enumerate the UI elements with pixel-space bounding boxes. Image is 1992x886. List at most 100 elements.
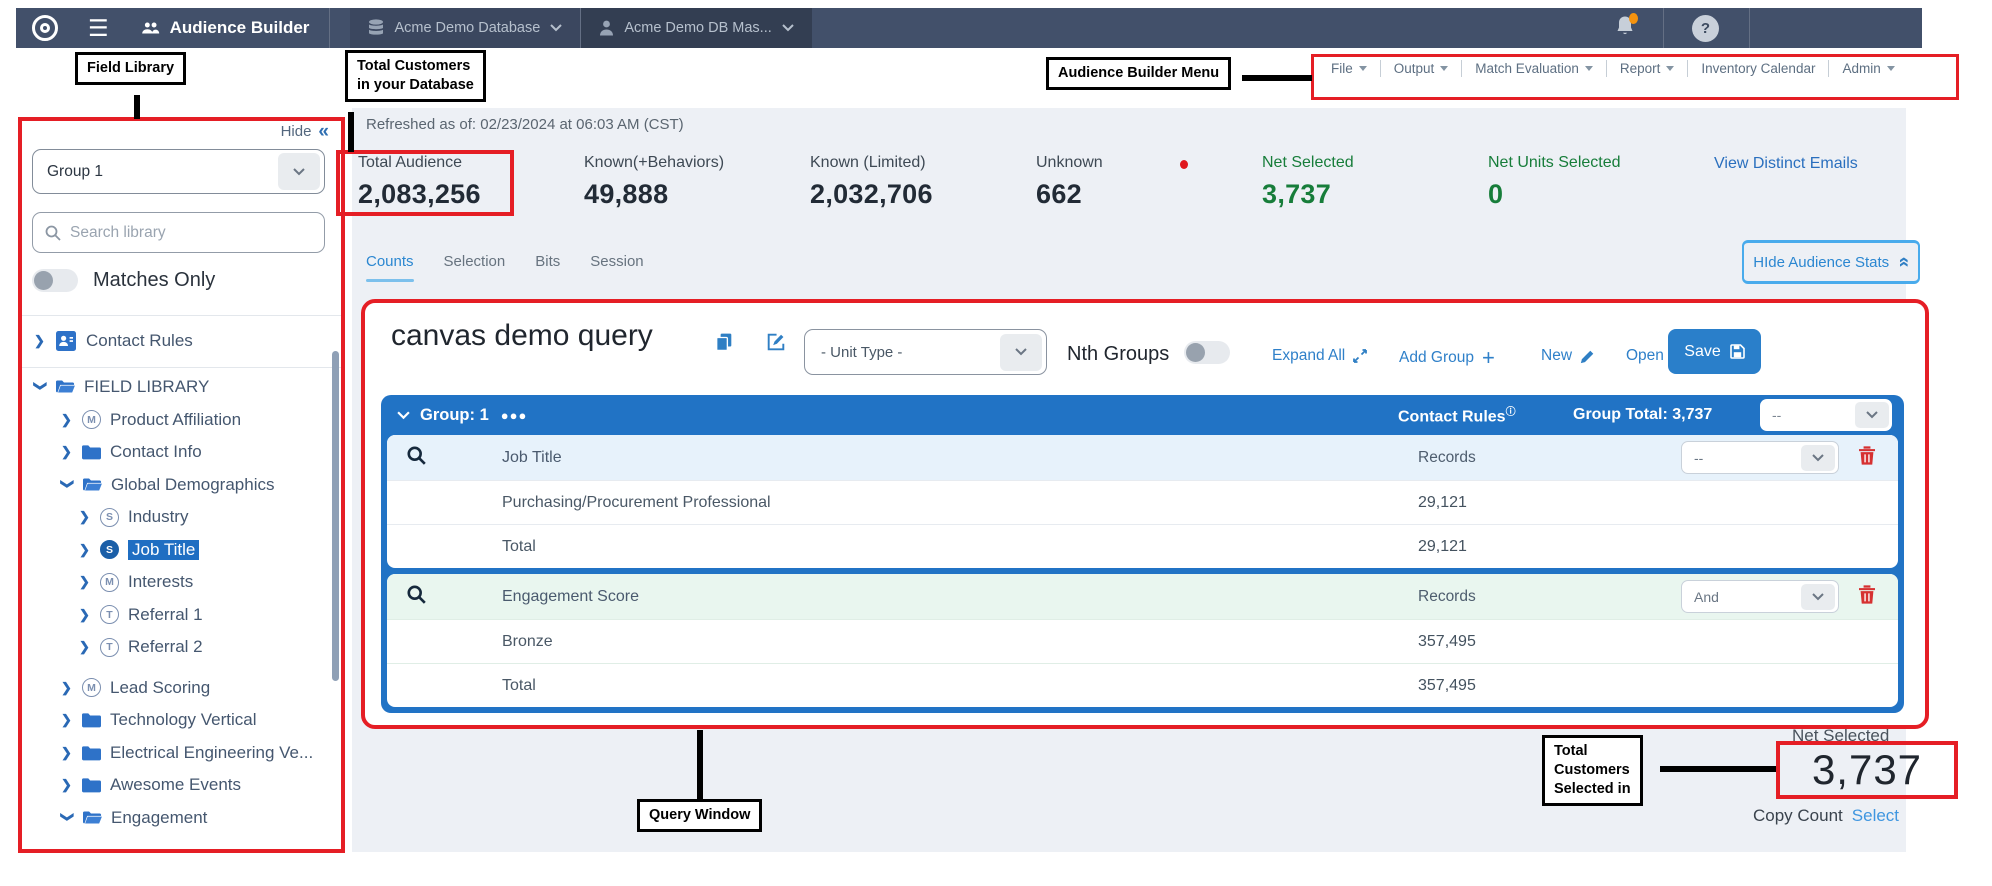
tree-item-lead-scoring[interactable]: ❯ M Lead Scoring bbox=[22, 672, 341, 705]
records-label: Records bbox=[1418, 588, 1476, 606]
tree-item-referral-2[interactable]: ❯ T Referral 2 bbox=[22, 631, 341, 664]
type-m-icon: M bbox=[82, 410, 101, 429]
menu-admin[interactable]: Admin bbox=[1829, 61, 1907, 76]
group-more-icon[interactable]: ●●● bbox=[501, 408, 528, 423]
tree-item-contact-rules[interactable]: ❯ Contact Rules bbox=[22, 321, 341, 361]
tree-item-global-demographics[interactable]: ❯ Global Demographics bbox=[22, 469, 341, 502]
search-icon[interactable] bbox=[407, 446, 426, 465]
view-distinct-emails-link[interactable]: View Distinct Emails bbox=[1714, 154, 1858, 210]
delete-set-button[interactable] bbox=[1859, 585, 1875, 609]
tree-item-interests[interactable]: ❯ M Interests bbox=[22, 566, 341, 599]
chevron-down-icon[interactable] bbox=[397, 411, 410, 420]
counts-tabs: Counts Selection Bits Session bbox=[366, 253, 644, 282]
group-contact-rules-link[interactable]: Contact Rulesⓘ bbox=[1398, 403, 1516, 426]
criteria-row[interactable]: Purchasing/Procurement Professional 29,1… bbox=[387, 480, 1898, 524]
tree-item-field-library[interactable]: ❯ FIELD LIBRARY bbox=[22, 371, 341, 404]
group-select[interactable]: Group 1 bbox=[32, 149, 325, 194]
expand-all-button[interactable]: Expand All bbox=[1272, 347, 1367, 365]
tree-item-electrical-engineering[interactable]: ❯ Electrical Engineering Ve... bbox=[22, 737, 341, 770]
menu-report[interactable]: Report bbox=[1607, 61, 1688, 76]
annotation-total-customers-db: Total Customers in your Database bbox=[345, 50, 486, 102]
criteria-set-header: Job Title Records -- bbox=[387, 435, 1898, 480]
stat-value: 49,888 bbox=[584, 179, 810, 210]
set-operator-select[interactable]: -- bbox=[1681, 441, 1839, 474]
menu-file[interactable]: File bbox=[1318, 61, 1380, 76]
top-navbar: ☰ Audience Builder Acme Demo Database Ac… bbox=[16, 8, 1922, 48]
stat-value: 2,083,256 bbox=[358, 179, 584, 210]
help-icon[interactable]: ? bbox=[1692, 15, 1719, 42]
matches-only-label: Matches Only bbox=[93, 269, 215, 292]
database-icon bbox=[368, 19, 384, 37]
stat-total-audience: Total Audience 2,083,256 bbox=[358, 154, 584, 210]
nth-groups-toggle[interactable] bbox=[1184, 341, 1230, 364]
tree-item-label: Industry bbox=[128, 507, 188, 527]
save-button[interactable]: Save bbox=[1668, 329, 1761, 374]
stat-net-selected: Net Selected 3,737 bbox=[1262, 154, 1488, 210]
group-operator-select[interactable]: -- bbox=[1760, 399, 1892, 431]
menu-match-evaluation[interactable]: Match Evaluation bbox=[1462, 61, 1606, 76]
menu-inventory-calendar[interactable]: Inventory Calendar bbox=[1688, 61, 1828, 76]
tab-bits[interactable]: Bits bbox=[535, 253, 560, 282]
tree-item-referral-1[interactable]: ❯ T Referral 1 bbox=[22, 599, 341, 632]
chevron-right-icon: ❯ bbox=[79, 542, 91, 558]
tree-item-technology-vertical[interactable]: ❯ Technology Vertical bbox=[22, 704, 341, 737]
type-s-icon: S bbox=[100, 540, 119, 559]
copy-count-row: Copy Count Select bbox=[1753, 806, 1899, 826]
chevron-right-icon: ❯ bbox=[61, 412, 73, 428]
sidebar-scrollbar[interactable] bbox=[332, 351, 339, 681]
sidebar-hide-label: Hide bbox=[281, 123, 312, 140]
sidebar-hide-button[interactable]: Hide« bbox=[281, 122, 329, 141]
tree-item-industry[interactable]: ❯ S Industry bbox=[22, 501, 341, 534]
tree-item-awesome-events[interactable]: ❯ Awesome Events bbox=[22, 769, 341, 802]
set-operator-value: -- bbox=[1694, 450, 1703, 466]
tree-item-product-affiliation[interactable]: ❯ M Product Affiliation bbox=[22, 404, 341, 437]
annotation-line bbox=[697, 730, 703, 800]
group-select-value: Group 1 bbox=[47, 163, 103, 181]
add-group-button[interactable]: Add Group + bbox=[1399, 347, 1495, 369]
tab-counts[interactable]: Counts bbox=[366, 253, 414, 282]
tab-session[interactable]: Session bbox=[590, 253, 643, 282]
chevron-down-icon bbox=[1855, 402, 1889, 428]
delete-set-button[interactable] bbox=[1859, 446, 1875, 470]
pencil-icon bbox=[1580, 349, 1595, 364]
stat-unknown: Unknown 662 bbox=[1036, 154, 1262, 210]
group-operator-value: -- bbox=[1772, 407, 1781, 423]
annotation-text: in your Database bbox=[357, 76, 474, 95]
set-operator-select[interactable]: And bbox=[1681, 580, 1839, 613]
page: ☰ Audience Builder Acme Demo Database Ac… bbox=[0, 0, 1992, 886]
matches-only-toggle[interactable] bbox=[32, 269, 78, 292]
group-body: Job Title Records -- Purchasing/Procurem… bbox=[387, 435, 1898, 707]
info-icon: ⓘ bbox=[1506, 407, 1516, 418]
audience-stats-row: Total Audience 2,083,256 Known(+Behavior… bbox=[358, 154, 1858, 210]
app-logo-icon[interactable] bbox=[32, 15, 58, 41]
menu-output[interactable]: Output bbox=[1381, 61, 1462, 76]
database-selector[interactable]: Acme Demo Database bbox=[350, 8, 580, 48]
criteria-row[interactable]: Bronze 357,495 bbox=[387, 619, 1898, 663]
tab-selection[interactable]: Selection bbox=[444, 253, 506, 282]
chevron-right-icon: ❯ bbox=[79, 639, 91, 655]
copy-icon[interactable] bbox=[715, 333, 733, 356]
tree-item-label: Engagement bbox=[111, 808, 207, 828]
hide-audience-stats-button[interactable]: HIde Audience Stats « bbox=[1742, 240, 1920, 284]
tree-item-contact-info[interactable]: ❯ Contact Info bbox=[22, 436, 341, 469]
chevron-down-icon bbox=[1801, 584, 1835, 610]
hamburger-menu-icon[interactable]: ☰ bbox=[88, 17, 109, 40]
stat-label: Net Selected bbox=[1262, 154, 1488, 172]
user-db-selector[interactable]: Acme Demo DB Mas... bbox=[581, 8, 811, 48]
plus-icon: + bbox=[1482, 347, 1495, 369]
tree-item-label: Global Demographics bbox=[111, 475, 274, 495]
edit-icon[interactable] bbox=[767, 333, 785, 356]
tree-item-job-title[interactable]: ❯ S Job Title bbox=[22, 534, 341, 567]
new-query-button[interactable]: New bbox=[1541, 347, 1595, 365]
folder-open-icon bbox=[83, 810, 102, 826]
select-link[interactable]: Select bbox=[1852, 806, 1899, 826]
double-chevron-up-icon: « bbox=[1892, 257, 1914, 268]
tree-item-engagement[interactable]: ❯ Engagement bbox=[22, 802, 341, 835]
notifications-bell-icon[interactable] bbox=[1615, 15, 1635, 42]
search-input[interactable] bbox=[70, 224, 290, 242]
unit-type-select[interactable]: - Unit Type - bbox=[804, 329, 1047, 375]
criteria-set-job-title: Job Title Records -- Purchasing/Procurem… bbox=[387, 435, 1898, 568]
search-icon[interactable] bbox=[407, 585, 426, 604]
criteria-row-label: Total bbox=[502, 538, 536, 556]
tree-item-label: Referral 2 bbox=[128, 637, 203, 657]
